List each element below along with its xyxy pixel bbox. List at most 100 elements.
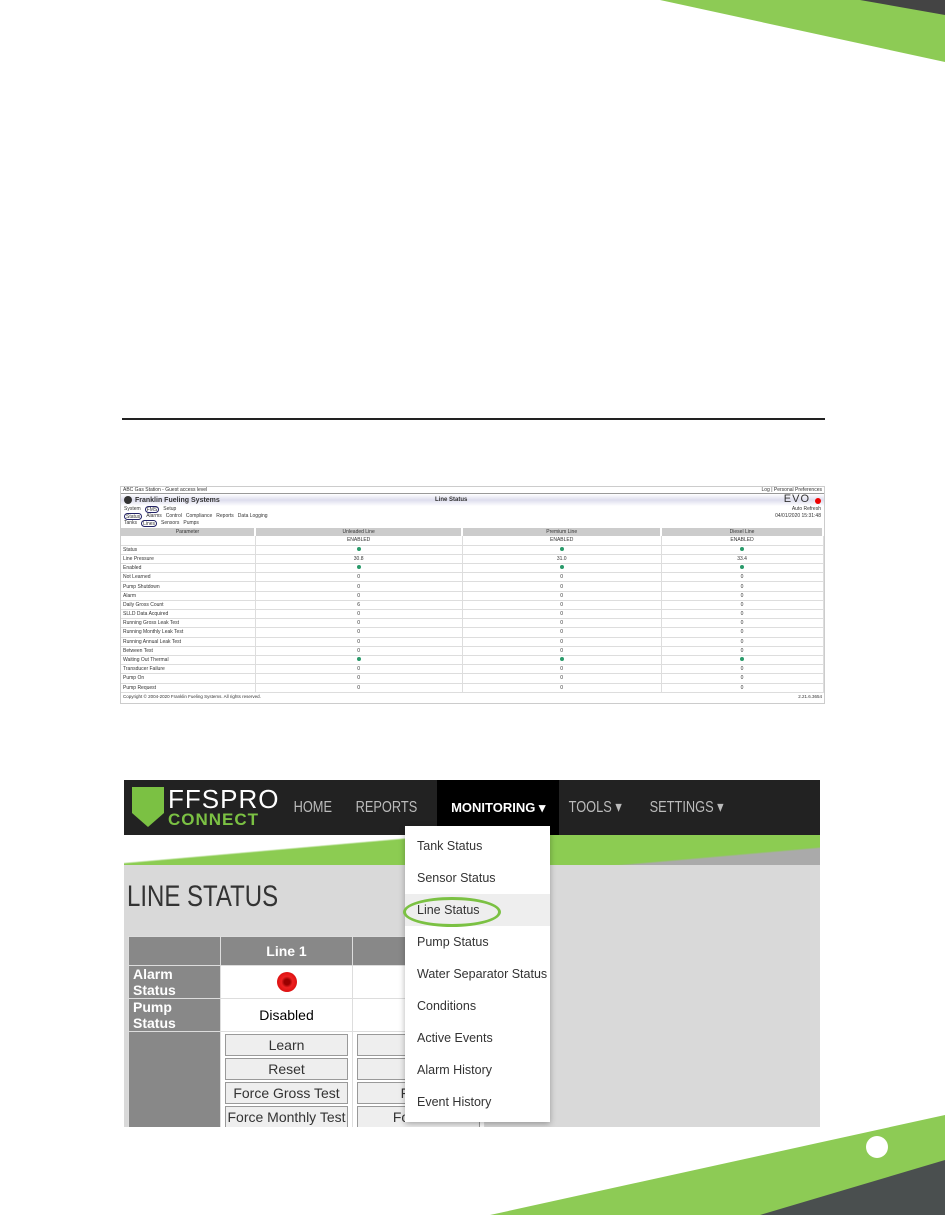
nav-tanks[interactable]: Tanks xyxy=(124,520,137,527)
table-cell: 0 xyxy=(661,637,824,647)
table-cell: 30.8 xyxy=(255,554,463,565)
line-status-table: Parameter Unleaded Line Premium Line Diesel… xyxy=(121,528,824,693)
column-header: Parameter xyxy=(121,528,256,536)
table-cell: 0 xyxy=(462,646,662,656)
table-row: Alarm 0 0 0 xyxy=(121,591,824,601)
table-cell: 0 xyxy=(462,591,662,601)
table-row: Running Monthly Leak Test 0 0 0 xyxy=(121,627,824,638)
table-cell: 33.4 xyxy=(661,554,824,565)
menu-item-active-events[interactable]: Active Events xyxy=(405,1022,550,1054)
menu-item-conditions[interactable]: Conditions xyxy=(405,990,550,1022)
table-row: Status xyxy=(121,545,824,555)
version: 2.21.6.3654 xyxy=(798,693,822,699)
table-row: Running Annual Leak Test 0 0 0 xyxy=(121,637,824,647)
table-cell: 0 xyxy=(255,673,463,684)
nav-pumps[interactable]: Pumps xyxy=(183,520,199,527)
nav-tools[interactable]: TOOLS ▾ xyxy=(559,780,631,835)
table-row: Waiting Out Thermal xyxy=(121,655,824,666)
table-cell: Pump Shutdown xyxy=(121,581,256,592)
status-dot-icon xyxy=(462,563,662,574)
nav-status[interactable]: Status xyxy=(124,513,143,520)
table-cell: 0 xyxy=(255,609,463,620)
learn-button[interactable]: Learn xyxy=(225,1034,348,1056)
alarm-indicator-icon xyxy=(815,498,821,504)
nav-alarms[interactable]: Alarms xyxy=(146,513,162,520)
table-cell: Enabled xyxy=(121,563,256,574)
status-dot-icon xyxy=(462,545,662,555)
column-header: Unleaded Line xyxy=(255,528,464,536)
table-row: Running Gross Leak Test 0 0 0 xyxy=(121,618,824,629)
header-blank xyxy=(128,936,221,966)
table-cell: 0 xyxy=(462,637,662,647)
table-cell: Running Monthly Leak Test xyxy=(121,627,256,638)
header-line-1: Line 1 xyxy=(220,936,353,966)
divider-rule xyxy=(122,418,825,420)
nav-lines[interactable]: Lines xyxy=(141,520,158,527)
force-monthly-test-button[interactable]: Force Monthly Test xyxy=(225,1106,348,1127)
menu-item-line-status[interactable]: Line Status xyxy=(403,894,550,927)
status-dot-icon xyxy=(462,655,662,666)
brand-name: Franklin Fueling Systems xyxy=(135,496,220,504)
table-row: Line Pressure 30.8 31.0 33.4 xyxy=(121,554,824,565)
status-dot-icon xyxy=(661,563,824,574)
nav-setup[interactable]: Setup xyxy=(163,506,176,513)
table-cell: 0 xyxy=(661,581,824,592)
nav-data-logging[interactable]: Data Logging xyxy=(238,513,268,520)
table-row: Not Learned 0 0 0 xyxy=(121,572,824,583)
table-cell: Waiting Out Thermal xyxy=(121,655,256,666)
page-title: Line Status xyxy=(435,497,468,503)
table-cell: 6 xyxy=(255,600,463,611)
table-cell: 0 xyxy=(661,572,824,583)
table-cell: Status xyxy=(121,545,256,555)
nav-fms[interactable]: FMS xyxy=(144,506,160,513)
table-cell: Daily Gross Count xyxy=(121,600,256,611)
nav-home[interactable]: HOME xyxy=(284,780,342,835)
table-row: Enabled xyxy=(121,563,824,574)
franklin-logo-icon xyxy=(124,496,132,504)
nav-system[interactable]: System xyxy=(124,506,141,513)
menu-item-pump-status[interactable]: Pump Status xyxy=(405,926,550,958)
table-row: Pump On 0 0 0 xyxy=(121,673,824,684)
table-row: Daily Gross Count 6 0 0 xyxy=(121,600,824,611)
table-cell: 0 xyxy=(255,637,463,647)
table-cell: 0 xyxy=(255,646,463,656)
force-gross-test-button[interactable]: Force Gross Test xyxy=(225,1082,348,1104)
table-cell: ENABLED xyxy=(462,536,662,546)
table-cell: ENABLED xyxy=(255,536,463,546)
menu-item-water-separator-status[interactable]: Water Separator Status xyxy=(405,958,550,990)
table-cell: 0 xyxy=(255,664,463,675)
evo-line-status-screenshot: ABC Gas Station - Guest access level Log … xyxy=(120,486,825,704)
pump-status-value: Disabled xyxy=(220,998,353,1032)
table-cell: Running Gross Leak Test xyxy=(121,618,256,629)
status-dot-icon xyxy=(255,545,463,555)
table-cell: 0 xyxy=(462,673,662,684)
logo-connect: CONNECT xyxy=(168,810,260,829)
auto-refresh[interactable]: Auto Refresh xyxy=(792,506,821,513)
table-row: Pump Request 0 0 0 xyxy=(121,683,824,693)
table-cell: 0 xyxy=(661,600,824,611)
nav-sensors[interactable]: Sensors xyxy=(161,520,179,527)
nav-compliance[interactable]: Compliance xyxy=(186,513,212,520)
menu-item-alarm-history[interactable]: Alarm History xyxy=(405,1054,550,1086)
table-cell: Transducer Failure xyxy=(121,664,256,675)
pump-status-label: Pump Status xyxy=(128,998,221,1032)
table-cell: Pump Request xyxy=(121,683,256,693)
menu-item-sensor-status[interactable]: Sensor Status xyxy=(405,862,550,894)
copyright: Copyright © 2004-2020 Franklin Fueling S… xyxy=(123,693,261,699)
ffs-pro-logo[interactable]: FFSPRO CONNECT xyxy=(124,780,284,835)
nav-control[interactable]: Control xyxy=(166,513,182,520)
table-cell: 0 xyxy=(255,572,463,583)
column-header: Premium Line xyxy=(462,528,663,536)
table-cell: Pump On xyxy=(121,673,256,684)
table-cell: 0 xyxy=(255,627,463,638)
reset-button[interactable]: Reset xyxy=(225,1058,348,1080)
nav-reports[interactable]: Reports xyxy=(216,513,234,520)
nav-settings[interactable]: SETTINGS ▾ xyxy=(640,780,733,835)
status-dot-icon xyxy=(255,655,463,666)
table-cell: Running Annual Leak Test xyxy=(121,637,256,647)
table-cell: 0 xyxy=(462,683,662,693)
table-cell: ENABLED xyxy=(661,536,824,546)
menu-item-tank-status[interactable]: Tank Status xyxy=(405,830,550,862)
menu-item-event-history[interactable]: Event History xyxy=(405,1086,550,1118)
table-cell: 0 xyxy=(462,581,662,592)
